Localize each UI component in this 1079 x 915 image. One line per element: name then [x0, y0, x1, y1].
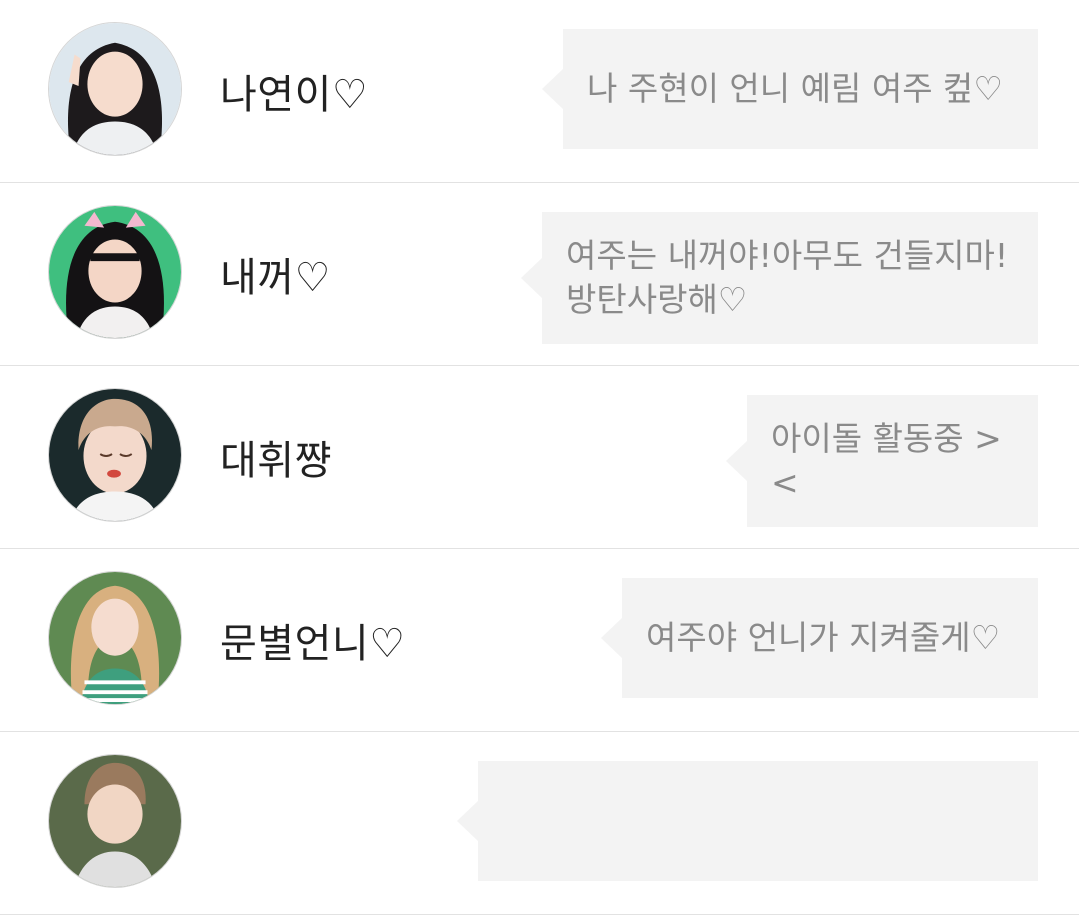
profile-avatar[interactable]	[48, 571, 182, 705]
avatar-photo	[49, 206, 181, 338]
status-message: 아이돌 활동중 ><	[771, 419, 1002, 502]
profile-avatar[interactable]	[48, 388, 182, 522]
friend-name: 내꺼♡	[220, 255, 331, 301]
status-message-bubble[interactable]: 여주는 내꺼야!아무도 건들지마! 방탄사랑해♡	[521, 212, 1038, 344]
profile-avatar[interactable]	[48, 205, 182, 339]
status-message: 여주야 언니가 지켜줄게♡	[646, 618, 1001, 657]
status-message-bubble[interactable]: 나 주현이 언니 예림 여주 컾♡	[542, 29, 1038, 149]
friend-row[interactable]: 내꺼♡ 여주는 내꺼야!아무도 건들지마! 방탄사랑해♡	[0, 183, 1079, 366]
friend-list: 나연이♡ 나 주현이 언니 예림 여주 컾♡ 내꺼♡ 여주는 내꺼야!아무도 건…	[0, 0, 1079, 915]
status-message: 나 주현이 언니 예림 여주 컾♡	[587, 69, 1003, 108]
friend-row[interactable]: 대휘쨩 아이돌 활동중 ><	[0, 366, 1079, 549]
status-message-bubble[interactable]: 아이돌 활동중 ><	[726, 395, 1038, 527]
friend-row[interactable]: 문별언니♡ 여주야 언니가 지켜줄게♡	[0, 549, 1079, 732]
friend-row[interactable]: 나연이♡ 나 주현이 언니 예림 여주 컾♡	[0, 0, 1079, 183]
status-message-bubble[interactable]: 여주야 언니가 지켜줄게♡	[601, 578, 1038, 698]
friend-name: 문별언니♡	[220, 621, 406, 667]
avatar-photo	[49, 389, 181, 521]
avatar-photo	[49, 23, 181, 155]
status-message: 여주는 내꺼야!아무도 건들지마! 방탄사랑해♡	[566, 236, 1009, 319]
profile-avatar[interactable]	[48, 754, 182, 888]
friend-name: 나연이♡	[220, 72, 369, 118]
avatar-photo	[49, 755, 181, 887]
avatar-photo	[49, 572, 181, 704]
friend-name: 대휘쨩	[220, 438, 332, 484]
profile-avatar[interactable]	[48, 22, 182, 156]
status-message-bubble[interactable]	[457, 761, 1038, 881]
friend-row[interactable]	[0, 732, 1079, 915]
